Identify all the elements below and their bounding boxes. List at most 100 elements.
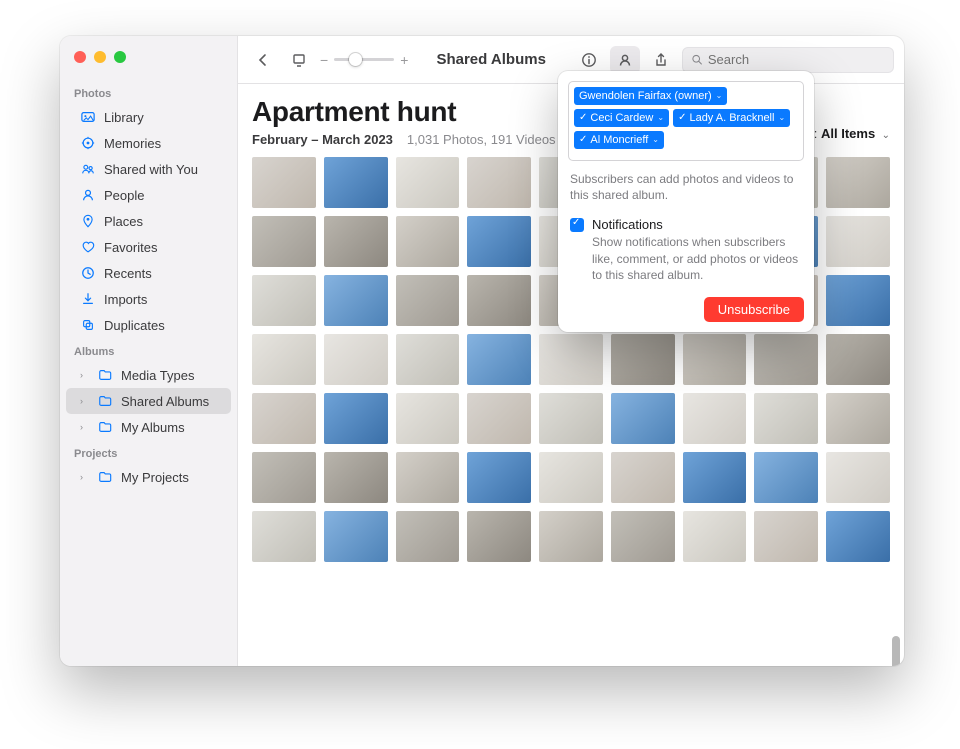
sidebar-item-places[interactable]: Places: [66, 208, 231, 234]
photo-thumbnail[interactable]: [396, 157, 460, 208]
permissions-note: Subscribers can add photos and videos to…: [570, 171, 802, 203]
photo-thumbnail[interactable]: [467, 334, 531, 385]
folder-icon: [97, 393, 113, 409]
checkmark-icon: ✓: [678, 111, 686, 125]
notifications-row[interactable]: Notifications Show notifications when su…: [570, 217, 802, 283]
album-date-range: February – March 2023: [252, 132, 393, 147]
photo-thumbnail[interactable]: [754, 393, 818, 444]
sidebar-item-shared-with-you[interactable]: Shared with You: [66, 156, 231, 182]
slideshow-button[interactable]: [284, 46, 314, 74]
photo-thumbnail[interactable]: [252, 275, 316, 326]
photo-thumbnail[interactable]: [324, 393, 388, 444]
photo-thumbnail[interactable]: [754, 511, 818, 562]
folder-icon: [97, 419, 113, 435]
photo-thumbnail[interactable]: [826, 275, 890, 326]
photo-thumbnail[interactable]: [252, 452, 316, 503]
photo-thumbnail[interactable]: [611, 511, 675, 562]
photo-thumbnail[interactable]: [324, 511, 388, 562]
search-field[interactable]: [682, 47, 894, 73]
subscriber-name: Lady A. Bracknell: [689, 111, 774, 125]
photo-thumbnail[interactable]: [396, 216, 460, 267]
sidebar-item-people[interactable]: People: [66, 182, 231, 208]
sidebar-item-library[interactable]: Library: [66, 104, 231, 130]
photo-thumbnail[interactable]: [611, 334, 675, 385]
photo-thumbnail[interactable]: [826, 157, 890, 208]
photo-thumbnail[interactable]: [611, 393, 675, 444]
window-traffic-lights: [74, 51, 126, 63]
photo-thumbnail[interactable]: [683, 334, 747, 385]
people-button[interactable]: [610, 46, 640, 74]
subscriber-token[interactable]: ✓Ceci Cardew⌄: [574, 109, 669, 127]
sidebar-item-shared-albums[interactable]: › Shared Albums: [66, 388, 231, 414]
photo-thumbnail[interactable]: [324, 216, 388, 267]
photo-thumbnail[interactable]: [754, 334, 818, 385]
photo-thumbnail[interactable]: [396, 511, 460, 562]
subscriber-token[interactable]: ✓Lady A. Bracknell⌄: [673, 109, 790, 127]
sidebar-item-my-albums[interactable]: › My Albums: [66, 414, 231, 440]
photo-thumbnail[interactable]: [467, 275, 531, 326]
zoom-track[interactable]: [334, 58, 394, 61]
photo-thumbnail[interactable]: [683, 452, 747, 503]
photo-thumbnail[interactable]: [324, 452, 388, 503]
photo-thumbnail[interactable]: [252, 157, 316, 208]
zoom-thumb[interactable]: [349, 53, 362, 66]
subscribers-field[interactable]: Gwendolen Fairfax (owner)⌄✓Ceci Cardew⌄✓…: [568, 81, 804, 161]
photo-thumbnail[interactable]: [324, 157, 388, 208]
photo-thumbnail[interactable]: [826, 452, 890, 503]
photo-thumbnail[interactable]: [826, 393, 890, 444]
chevron-down-icon: ⌄: [652, 133, 659, 147]
photo-thumbnail[interactable]: [467, 393, 531, 444]
photo-thumbnail[interactable]: [396, 334, 460, 385]
sidebar-item-memories[interactable]: Memories: [66, 130, 231, 156]
photo-thumbnail[interactable]: [396, 393, 460, 444]
photo-thumbnail[interactable]: [252, 334, 316, 385]
info-button[interactable]: [574, 46, 604, 74]
zoom-slider[interactable]: − +: [320, 52, 408, 68]
photo-thumbnail[interactable]: [252, 511, 316, 562]
photo-thumbnail[interactable]: [754, 452, 818, 503]
sidebar-item-duplicates[interactable]: Duplicates: [66, 312, 231, 338]
photo-thumbnail[interactable]: [539, 334, 603, 385]
sidebar-item-my-projects[interactable]: › My Projects: [66, 464, 231, 490]
scrollbar[interactable]: [888, 106, 902, 652]
photo-thumbnail[interactable]: [467, 216, 531, 267]
chevron-right-icon: ›: [80, 396, 89, 406]
photo-thumbnail[interactable]: [324, 334, 388, 385]
zoom-out-icon: −: [320, 52, 328, 68]
photo-thumbnail[interactable]: [826, 216, 890, 267]
checkmark-icon: ✓: [579, 111, 587, 125]
unsubscribe-button[interactable]: Unsubscribe: [704, 297, 804, 322]
minimize-window-button[interactable]: [94, 51, 106, 63]
photo-thumbnail[interactable]: [396, 275, 460, 326]
sidebar-item-media-types[interactable]: › Media Types: [66, 362, 231, 388]
photo-thumbnail[interactable]: [826, 334, 890, 385]
photo-thumbnail[interactable]: [539, 452, 603, 503]
photo-thumbnail[interactable]: [539, 511, 603, 562]
photo-thumbnail[interactable]: [683, 511, 747, 562]
photo-thumbnail[interactable]: [324, 275, 388, 326]
subscriber-token[interactable]: ✓Al Moncrieff⌄: [574, 131, 664, 149]
photo-thumbnail[interactable]: [826, 511, 890, 562]
maximize-window-button[interactable]: [114, 51, 126, 63]
back-button[interactable]: [248, 46, 278, 74]
subscriber-name: Al Moncrieff: [590, 133, 648, 147]
photo-thumbnail[interactable]: [467, 157, 531, 208]
photo-thumbnail[interactable]: [252, 216, 316, 267]
photo-thumbnail[interactable]: [611, 452, 675, 503]
sidebar-item-favorites[interactable]: Favorites: [66, 234, 231, 260]
photo-thumbnail[interactable]: [683, 393, 747, 444]
photo-thumbnail[interactable]: [467, 452, 531, 503]
scrollbar-thumb[interactable]: [892, 636, 900, 666]
share-button[interactable]: [646, 46, 676, 74]
subscriber-token[interactable]: Gwendolen Fairfax (owner)⌄: [574, 87, 727, 105]
close-window-button[interactable]: [74, 51, 86, 63]
search-input[interactable]: [708, 52, 885, 67]
photo-thumbnail[interactable]: [252, 393, 316, 444]
sidebar-item-imports[interactable]: Imports: [66, 286, 231, 312]
sidebar-item-label: Media Types: [121, 368, 221, 383]
sidebar-item-recents[interactable]: Recents: [66, 260, 231, 286]
photo-thumbnail[interactable]: [396, 452, 460, 503]
photo-thumbnail[interactable]: [539, 393, 603, 444]
notifications-checkbox[interactable]: [570, 218, 584, 232]
photo-thumbnail[interactable]: [467, 511, 531, 562]
